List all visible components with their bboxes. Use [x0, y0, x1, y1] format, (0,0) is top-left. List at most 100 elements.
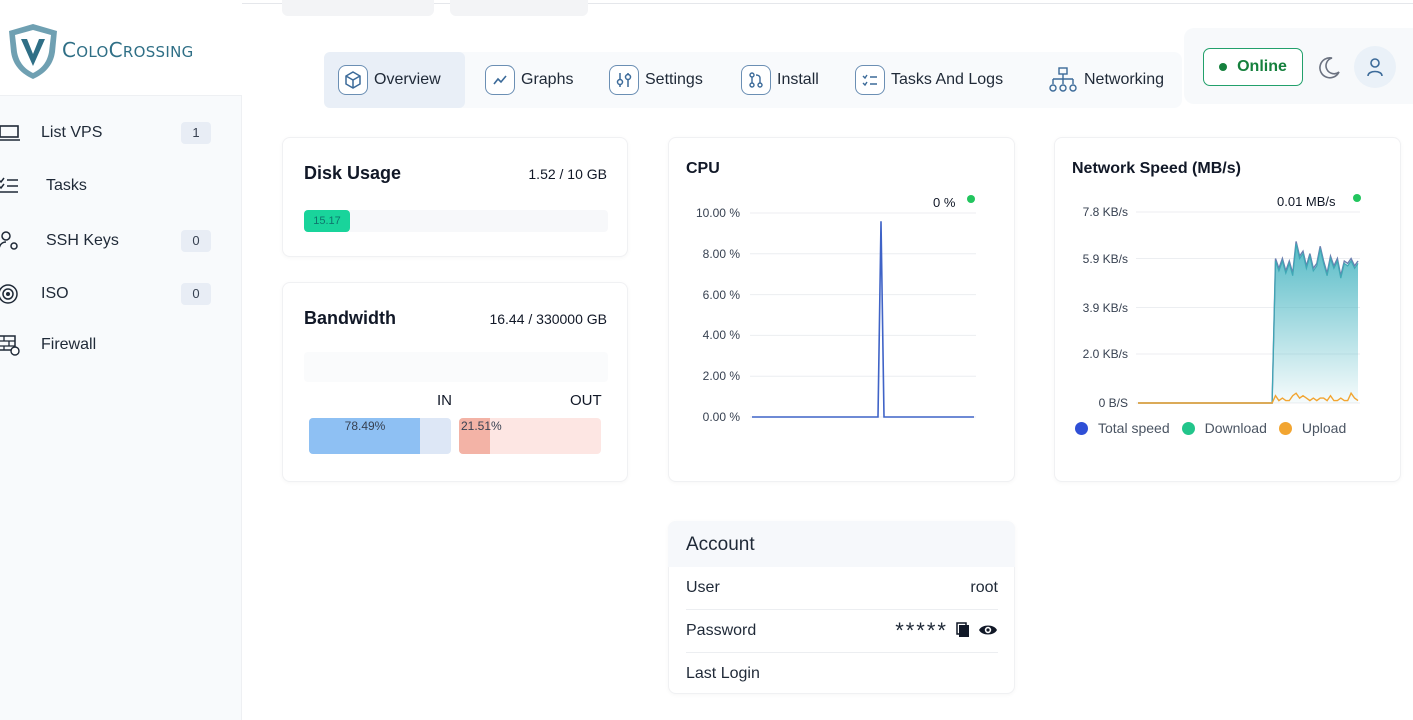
cpu-series-line: [752, 221, 974, 418]
tab-tasks-and-logs[interactable]: Tasks And Logs: [855, 52, 1003, 108]
tab-graphs[interactable]: Graphs: [485, 52, 573, 108]
network-chart: [1136, 211, 1360, 404]
disk-usage-title: Disk Usage: [304, 163, 402, 183]
sidebar-item-label: Tasks: [46, 177, 87, 194]
tab-networking[interactable]: Networking: [1048, 52, 1164, 108]
app-root: COLOCROSSING List VPS 1 Tasks SSH Keys 0…: [0, 0, 1413, 720]
legend-total-label[interactable]: Total speed: [1098, 420, 1170, 436]
legend-upload-label[interactable]: Upload: [1302, 420, 1346, 436]
laptop-icon: [0, 125, 20, 141]
disk-usage-bar: 15.17: [304, 210, 608, 232]
cpu-tick-label: 0.00 %: [702, 410, 740, 424]
tasks-icon: [0, 177, 18, 193]
count-badge: 0: [181, 230, 211, 252]
sidebar-item-label: ISO: [41, 285, 69, 302]
sidebar-item-label: Firewall: [41, 336, 97, 353]
network-title: Network Speed (MB/s): [1072, 160, 1241, 177]
sidebar-item-ssh-keys[interactable]: SSH Keys 0: [0, 218, 242, 264]
count-badge: 1: [181, 122, 211, 144]
bandwidth-out-label: OUT: [570, 392, 602, 409]
account-header: Account: [668, 521, 1015, 567]
status-button[interactable]: Online: [1203, 48, 1303, 86]
legend-download-dot: [1181, 421, 1195, 435]
bandwidth-out-percent: 21.51%: [461, 419, 502, 433]
account-key: Password: [686, 622, 757, 639]
network-tick-label: 0 B/S: [1098, 396, 1128, 410]
sidebar-item-iso[interactable]: ISO 0: [0, 264, 242, 324]
tab-install[interactable]: Install: [741, 52, 819, 108]
cpu-tick-label: 4.00 %: [702, 328, 740, 343]
cpu-chart: [750, 212, 976, 418]
user-menu-button[interactable]: [1354, 46, 1396, 88]
logo[interactable]: COLOCROSSING: [0, 0, 242, 96]
sidebar: COLOCROSSING List VPS 1 Tasks SSH Keys 0…: [0, 0, 242, 720]
network-live-dot: [1353, 194, 1361, 202]
account-value: root: [970, 579, 998, 596]
tab-label: Networking: [1084, 71, 1165, 88]
network-legend: Total speed Download Upload: [1075, 420, 1346, 436]
disk-usage-value: 1.52 / 10 GB: [528, 166, 607, 182]
account-row-user: User root: [686, 567, 998, 610]
top-chip-ip: [282, 0, 434, 16]
cpu-tick-label: 10.00 %: [695, 206, 740, 220]
status-dot: [1219, 63, 1228, 71]
tab-label: Overview: [374, 71, 441, 88]
firewall-icon: [0, 335, 20, 356]
network-icon: [1048, 65, 1078, 95]
moon-icon[interactable]: [1316, 55, 1342, 81]
bandwidth-in-label: IN: [437, 392, 452, 409]
legend-download-label[interactable]: Download: [1205, 420, 1267, 436]
bandwidth-in-percent: 78.49%: [344, 419, 386, 433]
password-masked: *****: [895, 618, 948, 643]
tab-label: Settings: [645, 71, 703, 88]
count-badge: 0: [181, 283, 211, 305]
cpu-tick-label: 8.00 %: [702, 246, 740, 261]
disc-icon: [0, 284, 18, 304]
bandwidth-spacer: [304, 352, 608, 382]
copy-icon[interactable]: [956, 622, 970, 638]
cpu-title: CPU: [686, 160, 720, 177]
account-key: Last Login: [686, 665, 760, 682]
tab-overview[interactable]: Overview: [324, 52, 465, 108]
account-title: Account: [686, 534, 755, 555]
account-row-last-login: Last Login: [686, 653, 998, 696]
cpu-tick-label: 2.00 %: [702, 369, 740, 384]
eye-icon[interactable]: [978, 622, 998, 638]
box-icon: [338, 65, 368, 95]
bandwidth-value: 16.44 / 330000 GB: [489, 311, 607, 327]
cpu-tick-label: 6.00 %: [702, 287, 740, 302]
sidebar-item-label: List VPS: [41, 124, 103, 141]
logo-text: COLOCROSSING: [62, 38, 194, 62]
sidebar-item-tasks[interactable]: Tasks: [0, 154, 242, 218]
install-icon: [741, 65, 771, 95]
top-chip-plan: [450, 0, 588, 16]
tab-label: Graphs: [521, 71, 574, 88]
network-tick-label: 2.0 KB/s: [1082, 347, 1128, 362]
logo-shield-icon: [9, 24, 57, 79]
network-tick-label: 3.9 KB/s: [1082, 300, 1128, 315]
user-icon: [1367, 58, 1383, 77]
tab-label: Tasks And Logs: [891, 71, 1004, 88]
status-label: Online: [1237, 58, 1287, 75]
checklist-icon: [855, 65, 885, 95]
bandwidth-out-bar: 21.51%: [459, 418, 601, 454]
key-user-icon: [0, 231, 18, 250]
sidebar-item-label: SSH Keys: [46, 232, 119, 249]
disk-usage-bar-fill: 15.17: [304, 210, 350, 232]
account-key: User: [686, 579, 720, 596]
legend-total-dot: [1075, 421, 1088, 435]
cpu-live-dot: [967, 195, 975, 203]
bandwidth-title: Bandwidth: [304, 308, 396, 328]
graph-icon: [485, 65, 515, 95]
sidebar-item-list-vps[interactable]: List VPS 1: [0, 112, 242, 154]
disk-usage-card: [282, 137, 628, 257]
tab-label: Install: [777, 71, 819, 88]
account-row-password: Password *****: [686, 610, 998, 653]
tab-settings[interactable]: Settings: [609, 52, 703, 108]
bandwidth-in-bar: 78.49%: [309, 418, 451, 454]
network-tick-label: 7.8 KB/s: [1082, 205, 1128, 219]
sliders-icon: [609, 65, 639, 95]
sidebar-item-firewall[interactable]: Firewall: [0, 324, 242, 366]
tab-bar: Overview Graphs Settings Install Tasks A…: [324, 52, 1182, 108]
legend-upload-dot: [1278, 421, 1292, 435]
